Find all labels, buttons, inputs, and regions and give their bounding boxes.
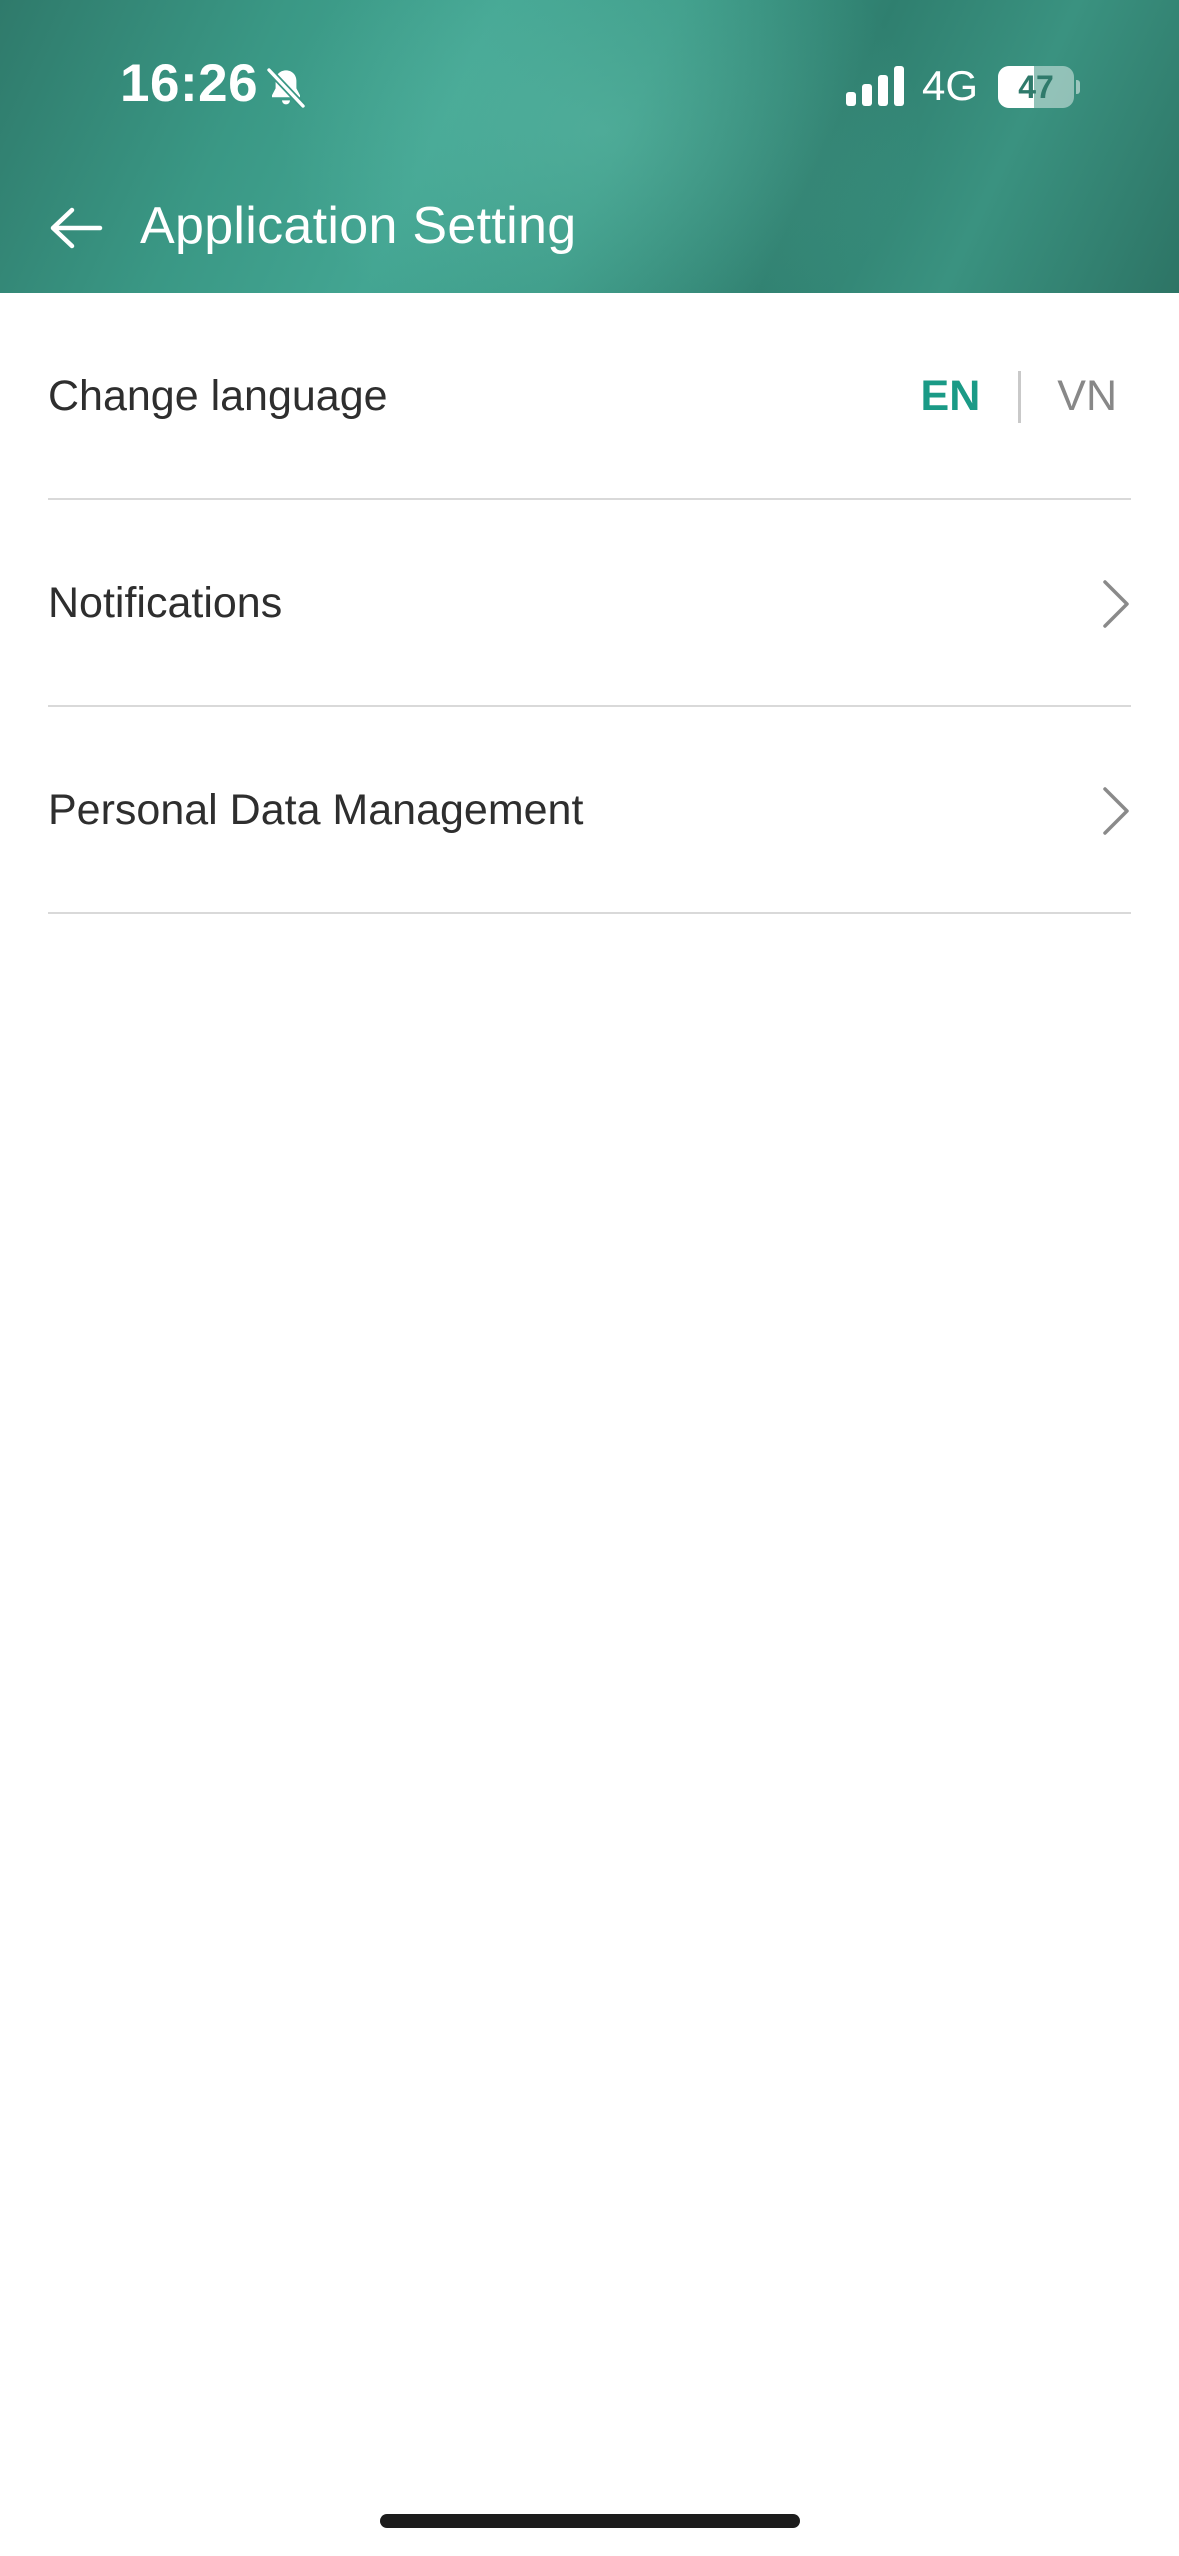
battery-tip xyxy=(1076,80,1080,94)
network-type: 4G xyxy=(922,62,979,109)
bell-slash-icon xyxy=(266,67,306,109)
cellular-signal-icon xyxy=(846,66,904,106)
status-bar: 16:26 4G 47 xyxy=(0,0,1179,175)
chevron-right-icon xyxy=(1103,580,1129,628)
notifications-label: Notifications xyxy=(48,579,283,627)
battery-body: 47 xyxy=(998,66,1074,108)
language-divider xyxy=(1018,370,1022,423)
language-option-vn[interactable]: VN xyxy=(1057,372,1117,421)
change-language-row: Change language EN VN xyxy=(48,293,1131,500)
arrow-left-icon xyxy=(50,207,103,249)
app-header: 16:26 4G 47 Application Setting xyxy=(0,0,1179,293)
status-time: 16:26 xyxy=(120,54,259,113)
change-language-label: Change language xyxy=(48,372,388,420)
language-option-en[interactable]: EN xyxy=(921,372,981,421)
battery-level: 47 xyxy=(1018,69,1054,105)
language-switch: EN VN xyxy=(921,293,1117,500)
chevron-right-icon xyxy=(1103,787,1129,835)
personal-data-management-row[interactable]: Personal Data Management xyxy=(48,707,1131,914)
settings-list: Change language EN VN Notifications Pers… xyxy=(48,293,1131,914)
home-indicator[interactable] xyxy=(380,2514,800,2528)
notifications-row[interactable]: Notifications xyxy=(48,500,1131,707)
personal-data-management-label: Personal Data Management xyxy=(48,786,584,834)
page-title: Application Setting xyxy=(140,197,577,255)
back-button[interactable] xyxy=(36,190,116,266)
battery-icon: 47 xyxy=(998,66,1080,108)
